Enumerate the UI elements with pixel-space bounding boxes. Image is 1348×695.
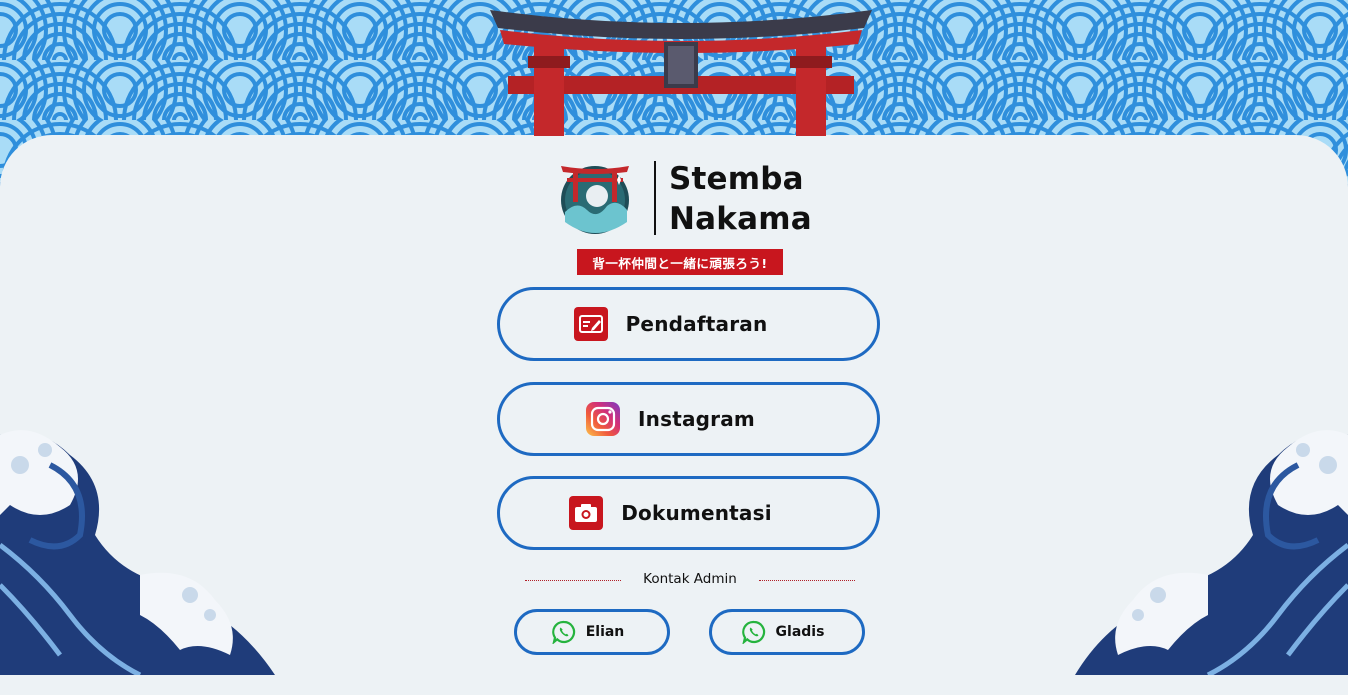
stemba-nakama-logo bbox=[561, 166, 629, 234]
tagline-badge: 背一杯仲間と一緒に頑張ろう! bbox=[577, 249, 783, 275]
instagram-button[interactable]: Instagram bbox=[497, 382, 880, 456]
dokumentasi-button[interactable]: Dokumentasi bbox=[497, 476, 880, 550]
pendaftaran-button[interactable]: Pendaftaran bbox=[497, 287, 880, 361]
contact-divider-left bbox=[525, 580, 621, 581]
admin-elian-button[interactable]: Elian bbox=[514, 609, 670, 655]
brand-divider bbox=[654, 161, 656, 235]
registration-form-icon bbox=[573, 307, 608, 341]
torii-gate-illustration bbox=[490, 10, 872, 136]
whatsapp-icon bbox=[741, 620, 765, 644]
contact-heading: Kontak Admin bbox=[643, 571, 737, 587]
admin-gladis-label: Gladis bbox=[775, 624, 825, 640]
admin-elian-label: Elian bbox=[585, 624, 625, 640]
instagram-label: Instagram bbox=[638, 407, 755, 431]
great-wave-left-illustration bbox=[0, 430, 275, 675]
admin-gladis-button[interactable]: Gladis bbox=[709, 609, 865, 655]
brand-title-line1: Stemba bbox=[669, 161, 804, 197]
brand-title-line2: Nakama bbox=[669, 201, 812, 237]
dokumentasi-label: Dokumentasi bbox=[621, 501, 772, 525]
instagram-icon bbox=[586, 402, 621, 436]
whatsapp-icon bbox=[551, 620, 575, 644]
contact-divider-right bbox=[759, 580, 855, 581]
camera-icon bbox=[569, 496, 604, 530]
brand-title: Stemba Nakama bbox=[669, 159, 869, 239]
pendaftaran-label: Pendaftaran bbox=[625, 312, 768, 336]
great-wave-right-illustration bbox=[1075, 430, 1348, 675]
